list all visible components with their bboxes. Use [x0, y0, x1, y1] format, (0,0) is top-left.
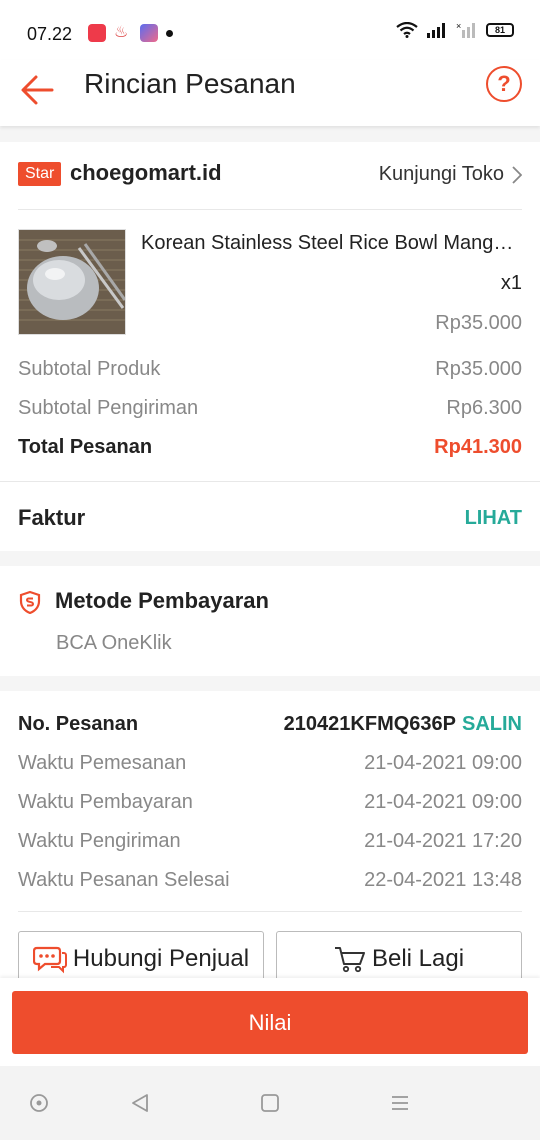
subtotal-shipping-label: Subtotal Pengiriman	[18, 397, 199, 419]
shipping-time-value: 21-04-2021 17:20	[364, 830, 522, 852]
subtotal-product-row: Subtotal Produk Rp35.000	[18, 358, 522, 388]
svg-text:×: ×	[456, 22, 461, 31]
payment-method-title: Metode Pembayaran	[55, 588, 269, 613]
info-row: Waktu Pengiriman 21-04-2021 17:20	[18, 830, 522, 860]
status-indicators: × 81	[396, 22, 514, 38]
order-time-label: Waktu Pemesanan	[18, 752, 187, 774]
chat-icon	[32, 946, 67, 974]
info-row: Waktu Pembayaran 21-04-2021 09:00	[18, 791, 522, 821]
page-header: Rincian Pesanan ?	[0, 60, 540, 126]
subtotal-product-value: Rp35.000	[435, 358, 522, 380]
back-nav-icon[interactable]	[129, 1092, 151, 1114]
page-title: Rincian Pesanan	[84, 68, 296, 99]
payment-method-card: Metode Pembayaran BCA OneKlik	[0, 566, 540, 676]
back-button[interactable]	[18, 68, 58, 108]
divider	[18, 911, 522, 912]
completed-time-label: Waktu Pesanan Selesai	[18, 869, 230, 891]
battery-icon: 81	[486, 23, 514, 37]
shop-row: Star choegomart.id Kunjungi Toko	[18, 142, 522, 210]
dot-icon	[166, 29, 173, 37]
order-total-label: Total Pesanan	[18, 436, 153, 458]
status-time: 07.22	[27, 24, 73, 44]
view-invoice-link[interactable]: LIHAT	[465, 507, 522, 530]
question-icon: ?	[497, 71, 511, 96]
shipping-time-label: Waktu Pengiriman	[18, 830, 181, 852]
star-badge: Star	[18, 162, 62, 186]
app-notification-icon: ♨	[114, 24, 129, 41]
order-info-card: No. Pesanan 210421KFMQ636P SALIN Waktu Pe…	[0, 691, 540, 987]
payment-time-value: 21-04-2021 09:00	[364, 791, 522, 813]
wifi-icon	[396, 22, 418, 38]
payment-method-value: BCA OneKlik	[56, 632, 172, 654]
product-quantity: x1	[500, 272, 522, 294]
rice-bowl-image	[19, 230, 125, 334]
shield-payment-icon	[19, 590, 41, 614]
menu-nav-icon[interactable]	[389, 1092, 411, 1114]
shop-name: choegomart.id	[70, 160, 222, 185]
copy-order-number-link[interactable]: SALIN	[462, 713, 522, 735]
contact-seller-label: Hubungi Penjual	[72, 945, 250, 972]
cart-icon	[334, 947, 365, 973]
notification-icons: ♨	[88, 24, 173, 42]
buy-again-label: Beli Lagi	[371, 945, 465, 972]
order-number-label: No. Pesanan	[18, 713, 139, 735]
app-notification-icon	[140, 24, 158, 42]
order-total-value: Rp41.300	[434, 436, 522, 458]
invoice-label: Faktur	[18, 505, 86, 530]
order-time-value: 21-04-2021 09:00	[364, 752, 522, 774]
subtotal-shipping-row: Subtotal Pengiriman Rp6.300	[18, 397, 522, 427]
assistant-nav-icon[interactable]	[28, 1092, 50, 1114]
visit-shop-link[interactable]: Kunjungi Toko	[379, 163, 522, 186]
product-price: Rp35.000	[435, 312, 522, 334]
subtotal-product-label: Subtotal Produk	[18, 358, 161, 380]
subtotal-shipping-value: Rp6.300	[446, 397, 522, 419]
status-bar: 07.22 ♨ × 81	[0, 0, 540, 60]
help-button[interactable]: ?	[486, 66, 522, 102]
order-number-value: 210421KFMQ636P	[283, 713, 456, 735]
signal-icon	[427, 23, 445, 38]
info-row: Waktu Pesanan Selesai 22-04-2021 13:48	[18, 869, 522, 899]
arrow-left-icon	[21, 75, 54, 105]
system-nav-bar	[0, 1066, 540, 1140]
home-nav-icon[interactable]	[259, 1092, 281, 1114]
invoice-row: Faktur LIHAT	[0, 481, 540, 551]
signal-off-icon: ×	[456, 22, 475, 38]
order-number-group: 210421KFMQ636P SALIN	[284, 713, 522, 736]
visit-shop-label: Kunjungi Toko	[378, 163, 504, 185]
order-total-row: Total Pesanan Rp41.300	[18, 436, 522, 466]
product-image[interactable]	[18, 229, 126, 335]
rate-button[interactable]: Nilai	[12, 991, 528, 1054]
completed-time-value: 22-04-2021 13:48	[364, 869, 522, 891]
payment-time-label: Waktu Pembayaran	[18, 791, 193, 813]
info-row: Waktu Pemesanan 21-04-2021 09:00	[18, 752, 522, 782]
order-number-row: No. Pesanan 210421KFMQ636P SALIN	[18, 713, 522, 743]
product-name[interactable]: Korean Stainless Steel Rice Bowl Mang…	[141, 232, 523, 255]
app-notification-icon	[88, 24, 106, 42]
bottom-action-bar: Nilai	[0, 978, 540, 1066]
chevron-right-icon	[512, 165, 522, 184]
